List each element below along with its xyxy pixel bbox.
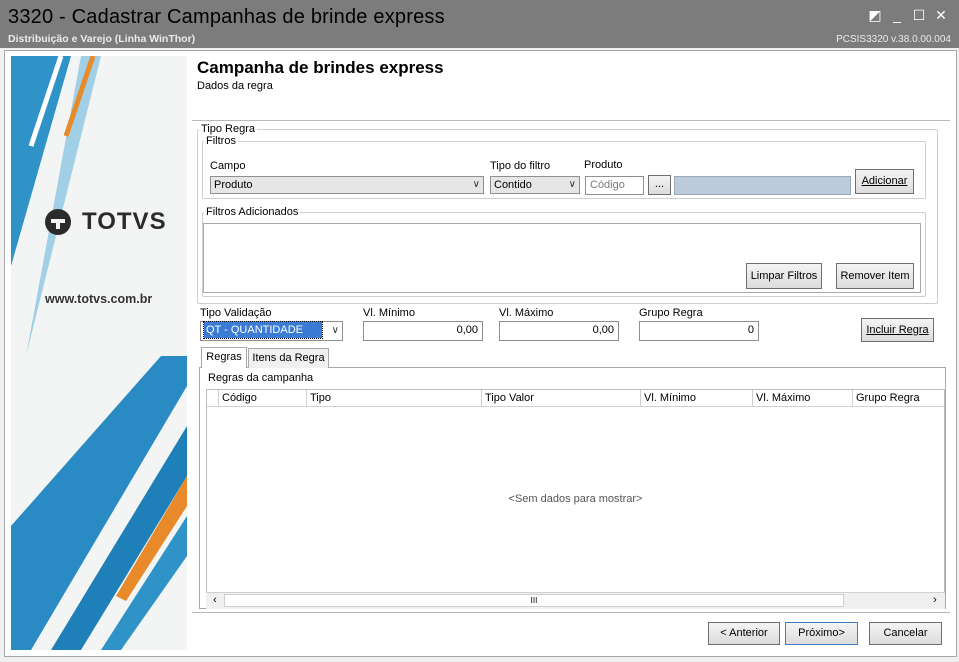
proximo-button[interactable]: Próximo> — [785, 622, 858, 645]
grid-caption: Regras da campanha — [208, 372, 314, 384]
tipo-filtro-select[interactable]: Contido ∨ — [490, 176, 580, 194]
adicionar-label: Adicionar — [861, 175, 908, 187]
banner-graphic — [11, 56, 187, 650]
grid-empty-message: <Sem dados para mostrar> — [508, 493, 643, 505]
tipo-filtro-value: Contido — [494, 179, 532, 191]
tipo-validacao-value: QT - QUANTIDADE — [203, 321, 323, 339]
scroll-left-icon[interactable]: ‹ — [208, 593, 222, 608]
column-header-grupo-regra[interactable]: Grupo Regra — [853, 390, 944, 407]
footer-divider — [192, 612, 950, 613]
column-header-vl-minimo[interactable]: Vl. Mínimo — [641, 390, 753, 407]
campo-select[interactable]: Produto ∨ — [210, 176, 484, 194]
scroll-thumb[interactable]: III — [224, 594, 844, 607]
limpar-filtros-button[interactable]: Limpar Filtros — [746, 263, 822, 289]
vl-minimo-input[interactable]: 0,00 — [363, 321, 483, 341]
chevron-down-icon: ∨ — [331, 325, 339, 336]
maximize-button[interactable]: ☐ — [910, 6, 928, 24]
column-header-tipo-valor[interactable]: Tipo Valor — [482, 390, 641, 407]
version-label: PCSIS3320 v.38.0.00.004 — [836, 34, 951, 45]
window-subtitle: Distribuição e Varejo (Linha WinThor) — [8, 33, 196, 45]
vl-maximo-input[interactable]: 0,00 — [499, 321, 619, 341]
grupo-regra-label: Grupo Regra — [639, 307, 703, 319]
grupo-regra-input[interactable]: 0 — [639, 321, 759, 341]
tipo-validacao-label: Tipo Validação — [200, 307, 272, 319]
filtros-legend: Filtros — [204, 135, 238, 147]
column-header-tipo[interactable]: Tipo — [307, 390, 482, 407]
cancelar-button[interactable]: Cancelar — [869, 622, 942, 645]
header-divider — [192, 120, 950, 121]
totvs-banner — [11, 56, 187, 650]
produto-description-field — [674, 176, 851, 195]
page-title: Campanha de brindes express — [197, 58, 444, 77]
minimize-button[interactable]: _ — [888, 6, 906, 24]
incluir-regra-button[interactable]: Incluir Regra — [861, 318, 934, 342]
scroll-right-icon[interactable]: › — [928, 593, 942, 608]
window-title: 3320 - Cadastrar Campanhas de brinde exp… — [8, 6, 445, 28]
remover-item-button[interactable]: Remover Item — [836, 263, 914, 289]
produto-code-input[interactable]: Código — [585, 176, 644, 195]
filtros-adicionados-legend: Filtros Adicionados — [204, 206, 301, 218]
adicionar-button[interactable]: Adicionar — [855, 169, 914, 194]
vl-maximo-label: Vl. Máximo — [499, 307, 554, 319]
produto-label: Produto — [584, 159, 623, 171]
page-subtitle: Dados da regra — [197, 80, 273, 92]
restore-icon[interactable]: ◩ — [866, 6, 884, 24]
remover-item-label: Remover Item — [840, 270, 910, 282]
chevron-down-icon: ∨ — [472, 179, 480, 190]
tipo-regra-legend: Tipo Regra — [199, 123, 258, 135]
chevron-down-icon: ∨ — [568, 179, 576, 190]
limpar-filtros-label: Limpar Filtros — [750, 270, 818, 282]
column-header-vl-maximo[interactable]: Vl. Máximo — [753, 390, 853, 407]
campo-value: Produto — [214, 179, 253, 191]
grid-header-divider — [207, 406, 944, 407]
totvs-logo-icon — [43, 207, 73, 237]
grid-indicator-column — [207, 390, 219, 407]
tab-itens-da-regra[interactable]: Itens da Regra — [248, 348, 329, 368]
tab-regras[interactable]: Regras — [201, 347, 247, 368]
tipo-validacao-select[interactable]: QT - QUANTIDADE ∨ — [200, 321, 343, 341]
tipo-filtro-label: Tipo do filtro — [490, 160, 551, 172]
produto-browse-button[interactable]: ... — [648, 175, 671, 195]
vl-minimo-label: Vl. Mínimo — [363, 307, 415, 319]
incluir-regra-label: Incluir Regra — [866, 324, 929, 336]
anterior-button[interactable]: < Anterior — [708, 622, 780, 645]
campo-label: Campo — [210, 160, 246, 172]
totvs-logo-text: TOTVS — [82, 208, 167, 235]
column-header-codigo[interactable]: Código — [219, 390, 307, 407]
banner-url: www.totvs.com.br — [45, 292, 153, 306]
close-button[interactable]: ✕ — [932, 6, 950, 24]
